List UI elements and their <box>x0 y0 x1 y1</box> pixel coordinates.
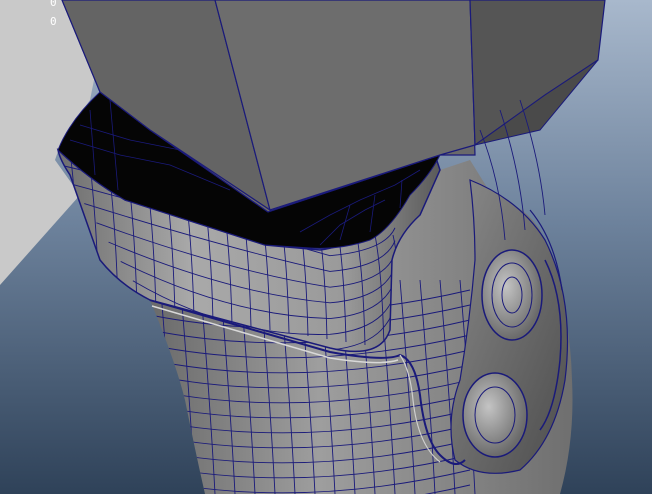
3d-viewport[interactable]: 0 0 <box>0 0 652 494</box>
viewport-canvas[interactable] <box>0 0 652 494</box>
hud-value-second: 0 <box>50 15 57 28</box>
hud-value-top: 0 <box>50 0 57 9</box>
